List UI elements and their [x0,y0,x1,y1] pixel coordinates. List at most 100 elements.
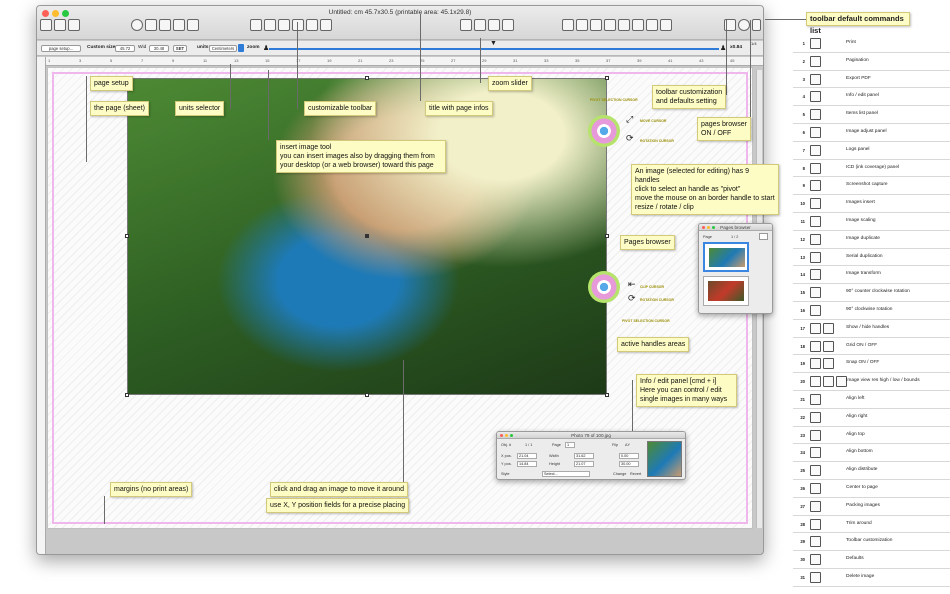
size-width-field[interactable]: 45.72 [115,45,135,52]
ink-coverage-icon[interactable] [187,19,199,31]
command-number: 13 [800,254,805,260]
zoom-slider-knob-icon[interactable]: ▼ [490,40,497,47]
command-icon [810,482,821,494]
pages-browser-title: Pages browser [720,225,751,230]
page-setup-button[interactable]: page setup... [41,45,81,52]
serial-duplication-icon[interactable] [306,19,318,31]
ruler-tick-label: 5 [110,58,113,63]
units-select[interactable]: Centimeters [209,45,237,52]
trim-around-icon[interactable] [660,19,672,31]
cursor-label-rotation-bottom: ROTATION CURSOR [640,298,674,302]
info-panel-icon[interactable] [131,19,143,31]
minimize-info-panel-button[interactable] [505,434,508,437]
image-adjust-icon[interactable] [159,19,171,31]
align-right-icon[interactable] [576,19,588,31]
command-label: Image transform [846,271,881,277]
image-handle-bottom[interactable] [365,393,369,397]
info-page-field[interactable]: 1 [565,442,575,448]
scale-field[interactable]: 30.00 [619,461,639,467]
style-select[interactable]: Select... [542,471,590,477]
command-label: Items list panel [846,111,878,117]
logs-panel-icon[interactable] [173,19,185,31]
export-pdf-icon[interactable] [68,19,80,31]
units-dropdown-icon[interactable] [238,44,244,52]
page-thumbnail-1[interactable] [703,242,749,272]
ypos-field[interactable]: 14.84 [517,461,537,467]
command-number: 3 [802,76,805,82]
images-insert-icon[interactable] [264,19,276,31]
delete-image-icon[interactable] [752,19,761,31]
size-wid-label: Wid [138,45,147,50]
page-thumbnail-2[interactable] [703,276,749,306]
close-info-panel-button[interactable] [500,434,503,437]
print-icon[interactable] [40,19,52,31]
custom-size-label: Custom size: [87,45,117,50]
align-distribute-icon[interactable] [618,19,630,31]
zoom-info-panel-button[interactable] [510,434,513,437]
ruler-tick-label: 23 [389,58,394,63]
command-row: 4 Info / edit panel [793,88,950,107]
image-handle-bottom-left[interactable] [125,393,129,397]
image-handle-right[interactable] [605,234,609,238]
width-field[interactable]: 31.62 [574,453,594,459]
page-stepper[interactable] [759,233,768,240]
zoom-slider[interactable] [269,48,719,50]
command-number: 16 [800,307,805,313]
command-number: 26 [800,485,805,491]
ruler-tick-label: 31 [513,58,518,63]
info-page-label: Page [552,443,561,447]
command-label: Show / hide handles [846,324,890,330]
command-icon [810,429,821,441]
packing-images-icon[interactable] [646,19,658,31]
center-to-page-icon[interactable] [632,19,644,31]
items-list-icon[interactable] [145,19,157,31]
align-bottom-icon[interactable] [604,19,616,31]
defaults-gear-icon[interactable] [738,19,750,31]
image-handle-top[interactable] [365,76,369,80]
command-number: 22 [800,414,805,420]
pagination-icon[interactable] [54,19,66,31]
command-number: 25 [800,468,805,474]
command-label: Image duplicate [846,235,880,241]
ruler-tick-label: 29 [482,58,487,63]
align-top-icon[interactable] [590,19,602,31]
close-panel-button[interactable] [702,226,705,229]
command-label: Screenshot capture [846,182,888,188]
rotation-field[interactable]: 0.00 [619,453,639,459]
image-handle-bottom-right[interactable] [605,393,609,397]
align-left-icon[interactable] [562,19,574,31]
change-button[interactable]: Change [613,472,626,476]
grid-toggle-icon[interactable] [502,19,514,31]
screenshot-icon[interactable] [250,19,262,31]
image-handle-top-right[interactable] [605,76,609,80]
image-handle-center[interactable] [365,234,369,238]
ruler-tick-label: 27 [451,58,456,63]
revert-button[interactable]: Revert [630,472,641,476]
set-size-button[interactable]: SET [173,45,187,52]
show-handles-icon[interactable] [488,19,500,31]
xpos-field[interactable]: 21.04 [517,453,537,459]
pages-browser-titlebar: Pages browser [699,224,772,231]
minimize-panel-button[interactable] [707,226,710,229]
ypos-label: Y pos. [501,462,512,466]
height-field[interactable]: 21.07 [574,461,594,467]
rotate-ccw-icon[interactable] [460,19,472,31]
flip-value[interactable]: ΔY [625,443,630,447]
window-title: Untitled: cm 45.7x30.5 (printable area: … [328,9,472,16]
command-row: 21 Align left [793,391,950,409]
command-number: 6 [802,129,805,135]
image-transform-icon[interactable] [320,19,332,31]
ruler-tick-label: 1 [48,58,51,63]
command-label: Defaults [846,556,864,562]
cursor-label-clip: CLIP CURSOR [640,285,665,289]
command-row: 6 Image adjust panel [793,124,950,142]
rotate-cw-icon[interactable] [474,19,486,31]
size-height-field[interactable]: 30.48 [149,45,169,52]
image-handle-left[interactable] [125,234,129,238]
ruler-tick-label: 21 [358,58,363,63]
zoom-panel-button[interactable] [712,226,715,229]
active-handle-area-top[interactable] [588,115,620,147]
image-duplicate-icon[interactable] [292,19,304,31]
image-scaling-icon[interactable] [278,19,290,31]
active-handle-area-bottom[interactable] [588,271,620,303]
